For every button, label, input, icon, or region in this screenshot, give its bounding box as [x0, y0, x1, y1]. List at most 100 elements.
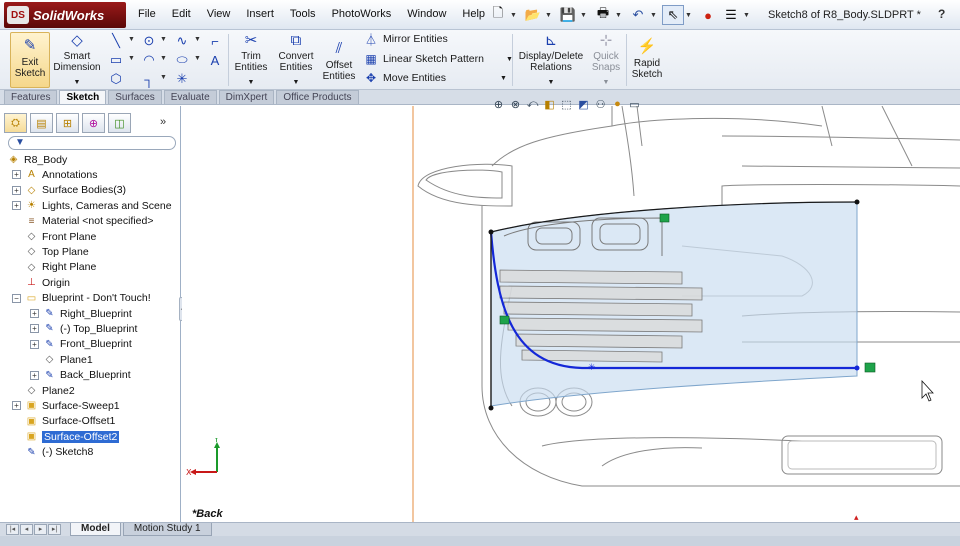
tab-features[interactable]: Features	[4, 90, 58, 104]
relations-dropdown-icon[interactable]: ▼	[548, 77, 555, 88]
circle-dropdown-icon[interactable]: ▼	[160, 36, 167, 43]
save-icon[interactable]: 💾	[557, 5, 579, 25]
property-manager-tab-icon[interactable]: ▤	[30, 113, 53, 133]
tree-node-top-blueprint[interactable]: + ✎ (-) Top_Blueprint	[30, 321, 137, 336]
menu-insert[interactable]: Insert	[238, 8, 282, 24]
open-folder-icon[interactable]: 📂	[522, 5, 544, 25]
tree-node-blueprint-don-t-touch[interactable]: − ▭ Blueprint - Don't Touch!	[12, 291, 151, 306]
tree-expander-icon[interactable]: +	[30, 324, 39, 334]
display-delete-relations-button[interactable]: ⊾ Display/Delete Relations ▼	[516, 32, 586, 88]
print-dropdown-icon[interactable]: ▼	[615, 12, 623, 19]
feature-filter-input[interactable]: ▼	[8, 136, 176, 150]
tree-expander-icon[interactable]: +	[12, 401, 21, 411]
convert-entities-button[interactable]: ⧉ Convert Entities ▼	[274, 32, 318, 88]
smart-dimension-button[interactable]: ◇ Smart Dimension ▼	[52, 32, 102, 88]
move-dropdown-icon[interactable]: ▼	[500, 75, 507, 82]
tree-node-right-plane[interactable]: ◇ Right Plane	[12, 260, 97, 275]
view-orientation-icon[interactable]: ⬚	[558, 98, 575, 111]
arc-dropdown-icon[interactable]: ▼	[160, 55, 167, 62]
tree-expander-icon[interactable]: +	[30, 309, 39, 318]
menu-edit[interactable]: Edit	[164, 8, 199, 24]
menu-file[interactable]: File	[130, 8, 164, 24]
prev-tab-icon[interactable]: ◂	[20, 524, 33, 535]
tree-node-lights-cameras-and-scene[interactable]: + ☀ Lights, Cameras and Scene	[12, 198, 172, 213]
tree-node-front-blueprint[interactable]: + ✎ Front_Blueprint	[30, 337, 132, 352]
display-style-icon[interactable]: ◩	[575, 98, 592, 111]
smart-dimension-dropdown-icon[interactable]: ▼	[74, 77, 81, 88]
line-dropdown-icon[interactable]: ▼	[128, 36, 135, 43]
apply-scene-icon[interactable]: ▭	[626, 98, 643, 111]
arc-icon[interactable]: ◠	[139, 51, 159, 69]
rapid-sketch-button[interactable]: ⚡ Rapid Sketch	[628, 36, 666, 86]
print-icon[interactable]: 🖶	[592, 5, 614, 25]
new-document-icon[interactable]: 🗋	[487, 5, 509, 25]
display-manager-tab-icon[interactable]: ◫	[108, 113, 131, 133]
next-tab-icon[interactable]: ▸	[34, 524, 47, 535]
ellipse-icon[interactable]: ⬭	[172, 51, 192, 69]
tree-node-plane2[interactable]: ◇ Plane2	[12, 383, 75, 398]
point-icon[interactable]: ✳	[172, 70, 192, 88]
move-entities-button[interactable]: ✥ Move Entities ▼	[362, 69, 507, 87]
dimxpert-manager-tab-icon[interactable]: ⊕	[82, 113, 105, 133]
offset-entities-button[interactable]: ⫽ Offset Entities	[320, 38, 358, 86]
tree-node-annotations[interactable]: + A Annotations	[12, 167, 97, 182]
mirror-entities-button[interactable]: ⏃ Mirror Entities	[362, 30, 448, 48]
zoom-to-area-icon[interactable]: ⊗	[507, 98, 524, 111]
menu-window[interactable]: Window	[399, 8, 454, 24]
tree-expander-icon[interactable]: +	[12, 185, 21, 195]
tree-expander-icon[interactable]: −	[12, 293, 21, 303]
rectangle-dropdown-icon[interactable]: ▼	[128, 55, 135, 62]
options-icon[interactable]: ☰	[720, 5, 742, 25]
undo-icon[interactable]: ↶	[627, 5, 649, 25]
first-tab-icon[interactable]: |◂	[6, 524, 19, 535]
edit-appearance-icon[interactable]: ●	[609, 98, 626, 110]
tree-node-r8-body[interactable]: ◈ R8_Body	[6, 152, 68, 167]
new-dropdown-icon[interactable]: ▼	[510, 12, 518, 19]
tree-node-surface-sweep1[interactable]: + ▣ Surface-Sweep1	[12, 398, 120, 413]
previous-view-icon[interactable]: ⤺	[524, 98, 541, 111]
trim-entities-button[interactable]: ✂ Trim Entities ▼	[232, 32, 270, 88]
undo-dropdown-icon[interactable]: ▼	[650, 12, 658, 19]
open-dropdown-icon[interactable]: ▼	[545, 12, 553, 19]
last-tab-icon[interactable]: ▸|	[48, 524, 61, 535]
tree-node-material-not-specified[interactable]: ≡ Material <not specified>	[12, 214, 154, 229]
tab-motion-study-1[interactable]: Motion Study 1	[122, 523, 212, 536]
save-dropdown-icon[interactable]: ▼	[580, 12, 588, 19]
options-dropdown-icon[interactable]: ▼	[743, 12, 751, 19]
tree-expander-icon[interactable]: +	[30, 370, 39, 380]
tree-node-plane1[interactable]: ◇ Plane1	[30, 352, 93, 367]
linear-sketch-pattern-button[interactable]: ▦ Linear Sketch Pattern ▼	[362, 50, 513, 68]
tree-node-top-plane[interactable]: ◇ Top Plane	[12, 244, 89, 259]
centerline-dropdown-icon[interactable]: ▼	[160, 74, 167, 81]
text-sketch-icon[interactable]: A	[205, 51, 225, 69]
tree-node-sketch8[interactable]: ✎ (-) Sketch8	[12, 445, 93, 460]
tab-office-products[interactable]: Office Products	[276, 90, 359, 104]
graphics-area[interactable]: ✳ ▴	[182, 106, 960, 522]
tree-node-origin[interactable]: ⊥ Origin	[12, 275, 70, 290]
ellipse-dropdown-icon[interactable]: ▼	[194, 55, 201, 62]
tree-node-front-plane[interactable]: ◇ Front Plane	[12, 229, 97, 244]
line-icon[interactable]: ╲	[106, 32, 126, 50]
tree-expander-icon[interactable]: +	[12, 170, 21, 180]
help-icon[interactable]: ?	[938, 7, 945, 21]
feature-manager-tab-icon[interactable]: ⛭	[4, 113, 27, 133]
spline-icon[interactable]: ∿	[172, 32, 192, 50]
trim-dropdown-icon[interactable]: ▼	[248, 77, 255, 88]
circle-icon[interactable]: ⊙	[139, 32, 159, 50]
section-view-icon[interactable]: ◧	[541, 98, 558, 111]
tree-node-surface-offset2[interactable]: ▣ Surface-Offset2	[12, 429, 120, 444]
convert-dropdown-icon[interactable]: ▼	[293, 77, 300, 88]
tree-expander-icon[interactable]: +	[12, 201, 21, 211]
select-dropdown-icon[interactable]: ▼	[685, 12, 693, 19]
tab-model[interactable]: Model	[70, 523, 121, 536]
tree-node-back-blueprint[interactable]: + ✎ Back_Blueprint	[30, 368, 131, 383]
centerline-icon[interactable]: ┐	[139, 70, 159, 88]
tree-expander-icon[interactable]: +	[30, 339, 39, 349]
panel-more-icon[interactable]: »	[160, 116, 166, 128]
tab-surfaces[interactable]: Surfaces	[108, 90, 162, 104]
spline-dropdown-icon[interactable]: ▼	[194, 36, 201, 43]
tab-sketch[interactable]: Sketch	[59, 90, 107, 104]
tree-node-surface-offset1[interactable]: ▣ Surface-Offset1	[12, 414, 116, 429]
rectangle-icon[interactable]: ▭	[106, 51, 126, 69]
configuration-manager-tab-icon[interactable]: ⊞	[56, 113, 79, 133]
